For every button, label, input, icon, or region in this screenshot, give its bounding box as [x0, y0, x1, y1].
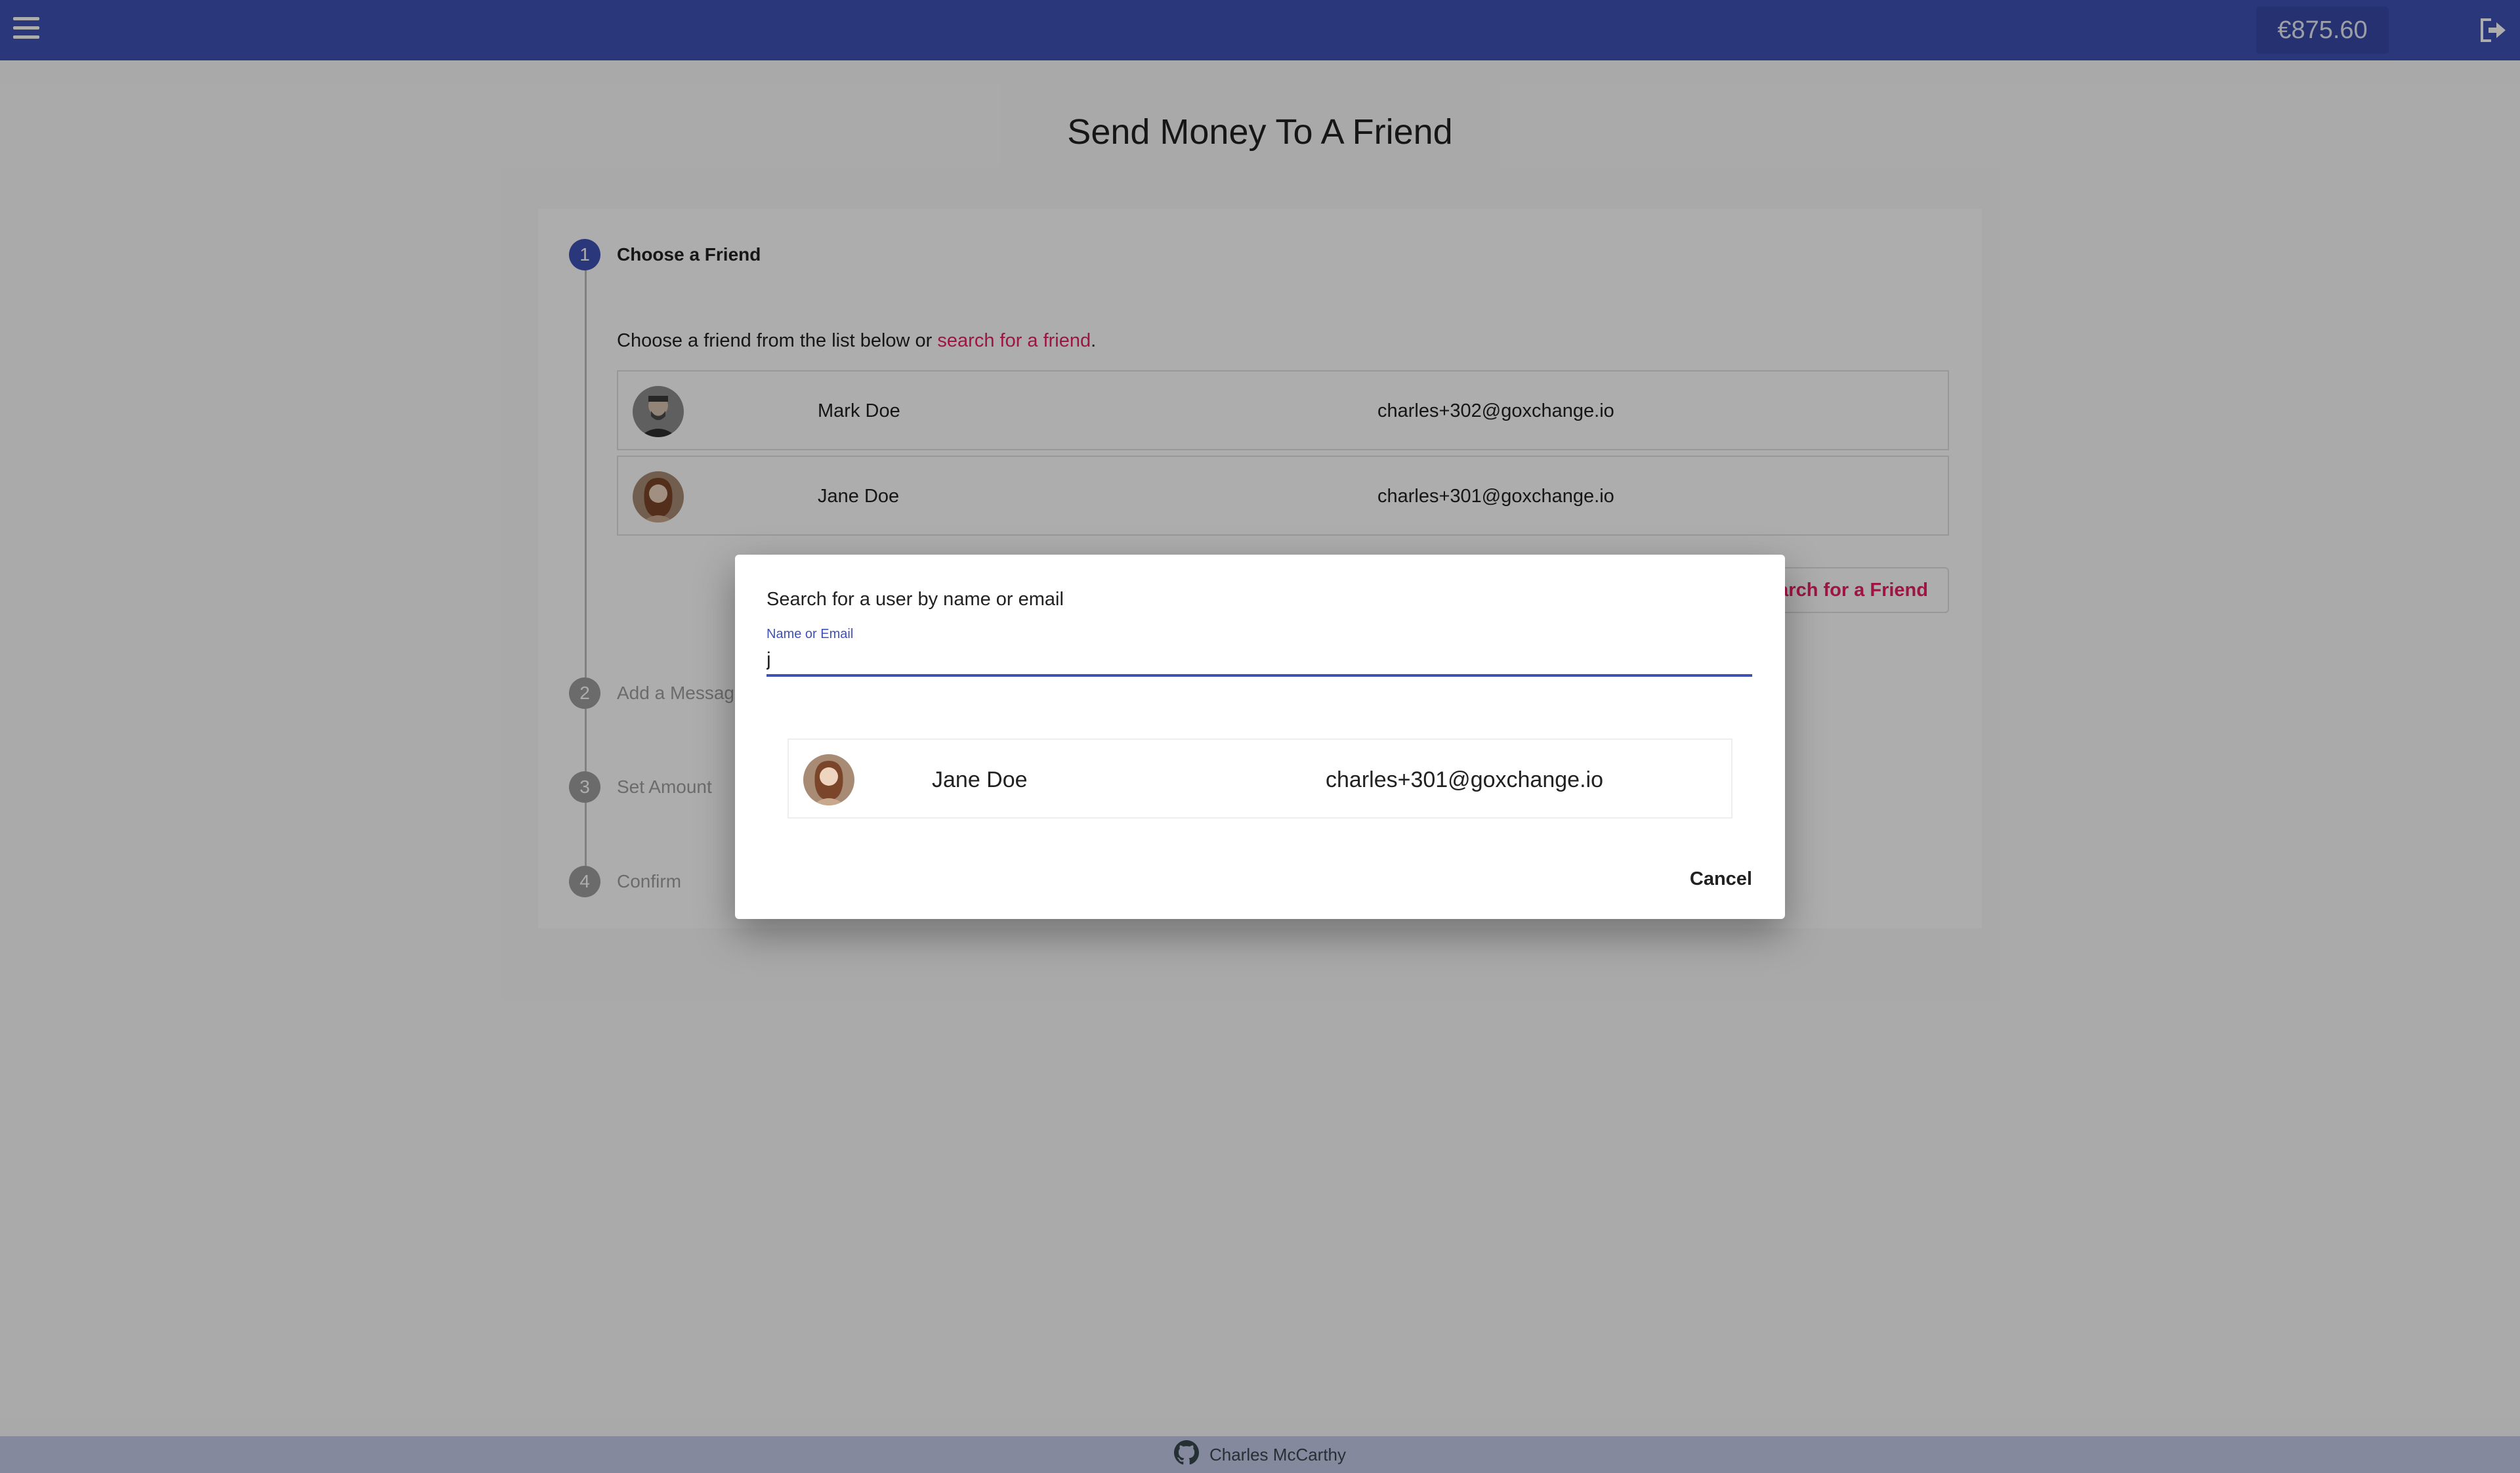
dialog-title: Search for a user by name or email: [766, 589, 1064, 610]
result-name: Jane Doe: [932, 767, 1028, 792]
search-result-jane-doe[interactable]: Jane Doe charles+301@goxchange.io: [788, 738, 1732, 819]
cancel-button[interactable]: Cancel: [1660, 859, 1752, 899]
avatar: [803, 754, 854, 805]
name-or-email-input[interactable]: [766, 645, 1752, 677]
search-user-dialog: Search for a user by name or email Name …: [735, 555, 1785, 919]
result-email: charles+301@goxchange.io: [1326, 767, 1603, 792]
name-or-email-label: Name or Email: [766, 627, 854, 641]
